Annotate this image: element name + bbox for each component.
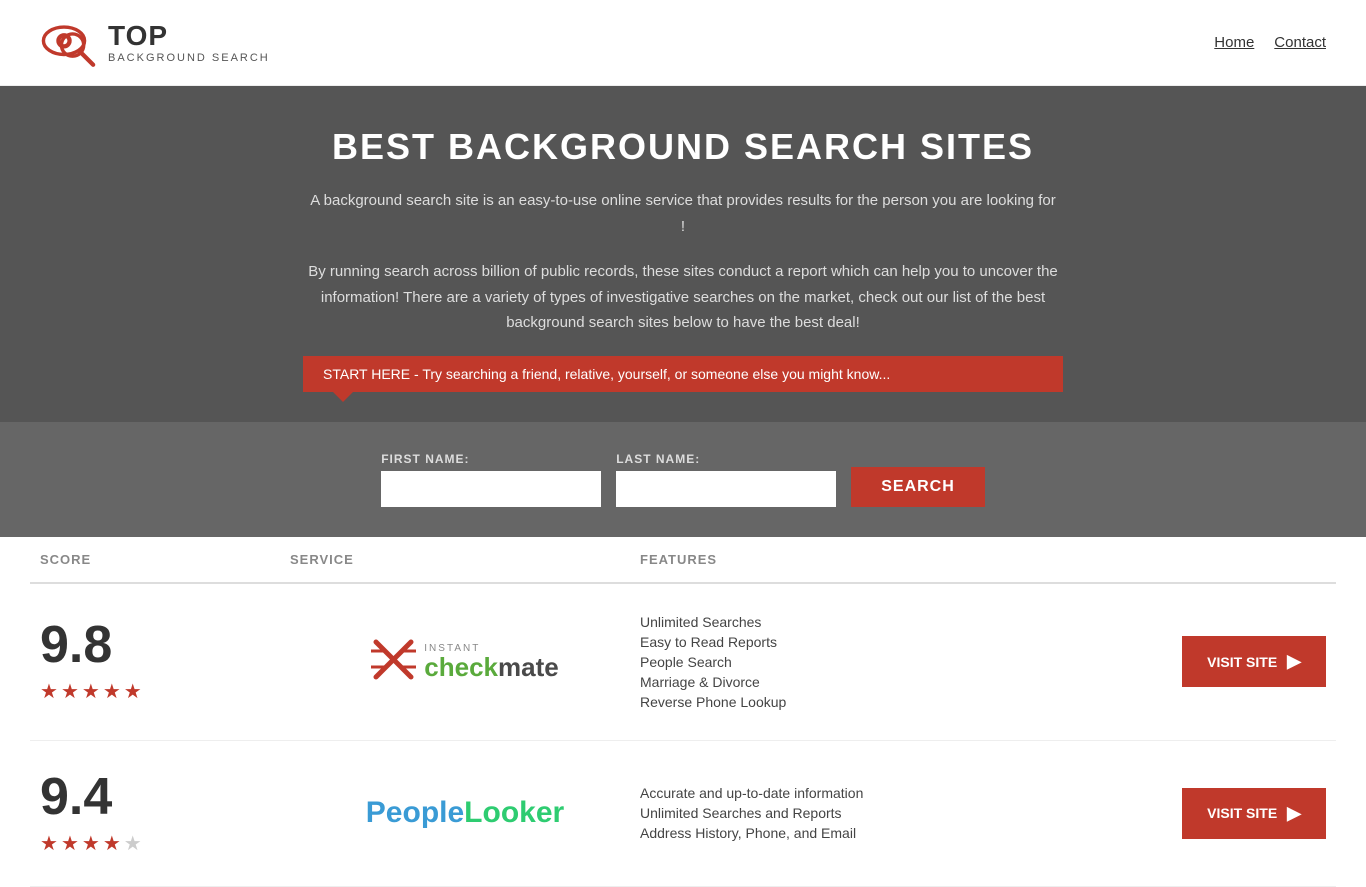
feature-1-1: Unlimited Searches xyxy=(640,614,786,630)
checkmate-check-text: check xyxy=(424,652,498,682)
table-row: 9.8 ★ ★ ★ ★ ★ xyxy=(30,584,1336,741)
checkmate-mate-text: mate xyxy=(498,652,559,682)
last-name-input[interactable] xyxy=(616,471,836,507)
checkmate-name-text: checkmate xyxy=(424,654,558,680)
service-logo-1: instant checkmate xyxy=(290,637,640,687)
star-4: ★ xyxy=(103,679,121,704)
star-5: ★ xyxy=(124,679,142,704)
score-number-2: 9.4 xyxy=(40,771,112,823)
star2-3: ★ xyxy=(82,831,100,856)
star2-1: ★ xyxy=(40,831,58,856)
feature-2-2: Unlimited Searches and Reports xyxy=(640,805,863,821)
features-list-1: Unlimited Searches Easy to Read Reports … xyxy=(640,614,786,710)
first-name-label: FIRST NAME: xyxy=(381,452,601,466)
nav-home[interactable]: Home xyxy=(1214,34,1254,51)
feature-1-4: Marriage & Divorce xyxy=(640,674,786,690)
pl-looker-text: Looker xyxy=(464,796,564,829)
visit-button-2[interactable]: VISIT SITE ▶ xyxy=(1182,788,1326,839)
nav-contact[interactable]: Contact xyxy=(1274,34,1326,51)
feature-2-1: Accurate and up-to-date information xyxy=(640,785,863,801)
results-table: SCORE SERVICE FEATURES 9.8 ★ ★ ★ ★ ★ xyxy=(0,537,1366,887)
logo-top: TOP xyxy=(108,21,270,52)
search-button[interactable]: SEARCH xyxy=(851,467,985,507)
star2-2: ★ xyxy=(61,831,79,856)
main-nav: Home Contact xyxy=(1214,34,1326,51)
first-name-group: FIRST NAME: xyxy=(381,452,601,507)
visit-arrow-icon-2: ▶ xyxy=(1287,803,1301,824)
features-area-2: Accurate and up-to-date information Unli… xyxy=(640,785,1326,841)
logo-text: TOP BACKGROUND SEARCH xyxy=(108,21,270,64)
visit-button-1[interactable]: VISIT SITE ▶ xyxy=(1182,636,1326,687)
logo-icon xyxy=(40,15,100,70)
star-2: ★ xyxy=(61,679,79,704)
feature-2-3: Address History, Phone, and Email xyxy=(640,825,863,841)
score-number-1: 9.8 xyxy=(40,619,112,671)
checkmate-logo: instant checkmate xyxy=(371,637,558,687)
first-name-input[interactable] xyxy=(381,471,601,507)
feature-1-3: People Search xyxy=(640,654,786,670)
peoplelooker-logo: PeopleLooker xyxy=(366,796,564,830)
logo-bottom: BACKGROUND SEARCH xyxy=(108,52,270,64)
header-score: SCORE xyxy=(40,552,290,567)
features-list-2: Accurate and up-to-date information Unli… xyxy=(640,785,863,841)
checkmate-text-area: instant checkmate xyxy=(424,643,558,680)
header-service: SERVICE xyxy=(290,552,640,567)
checkmate-icon-group xyxy=(371,637,416,687)
table-header: SCORE SERVICE FEATURES xyxy=(30,537,1336,584)
service-logo-2: PeopleLooker xyxy=(290,796,640,830)
star2-4: ★ xyxy=(103,831,121,856)
last-name-group: LAST NAME: xyxy=(616,452,836,507)
search-form-area: FIRST NAME: LAST NAME: SEARCH xyxy=(0,422,1366,537)
score-area-1: 9.8 ★ ★ ★ ★ ★ xyxy=(40,619,290,704)
header-features: FEATURES xyxy=(640,552,1326,567)
stars-2: ★ ★ ★ ★ ★ xyxy=(40,831,142,856)
hero-description-2: By running search across billion of publ… xyxy=(308,259,1058,336)
features-area-1: Unlimited Searches Easy to Read Reports … xyxy=(640,614,1326,710)
hero-description-1: A background search site is an easy-to-u… xyxy=(308,188,1058,239)
feature-1-5: Reverse Phone Lookup xyxy=(640,694,786,710)
star-3: ★ xyxy=(82,679,100,704)
last-name-label: LAST NAME: xyxy=(616,452,836,466)
star-1: ★ xyxy=(40,679,58,704)
hero-section: BEST BACKGROUND SEARCH SITES A backgroun… xyxy=(0,86,1366,422)
star2-5: ★ xyxy=(124,831,142,856)
visit-arrow-icon-1: ▶ xyxy=(1287,651,1301,672)
stars-1: ★ ★ ★ ★ ★ xyxy=(40,679,142,704)
hero-title: BEST BACKGROUND SEARCH SITES xyxy=(20,126,1346,168)
site-header: TOP BACKGROUND SEARCH Home Contact xyxy=(0,0,1366,86)
table-row-2: 9.4 ★ ★ ★ ★ ★ PeopleLooker Accurate and … xyxy=(30,741,1336,887)
search-form: FIRST NAME: LAST NAME: SEARCH xyxy=(20,452,1346,507)
logo: TOP BACKGROUND SEARCH xyxy=(40,15,270,70)
checkmate-icon-svg xyxy=(371,637,416,682)
pl-people-text: People xyxy=(366,796,464,829)
feature-1-2: Easy to Read Reports xyxy=(640,634,786,650)
search-banner: START HERE - Try searching a friend, rel… xyxy=(303,356,1063,392)
score-area-2: 9.4 ★ ★ ★ ★ ★ xyxy=(40,771,290,856)
